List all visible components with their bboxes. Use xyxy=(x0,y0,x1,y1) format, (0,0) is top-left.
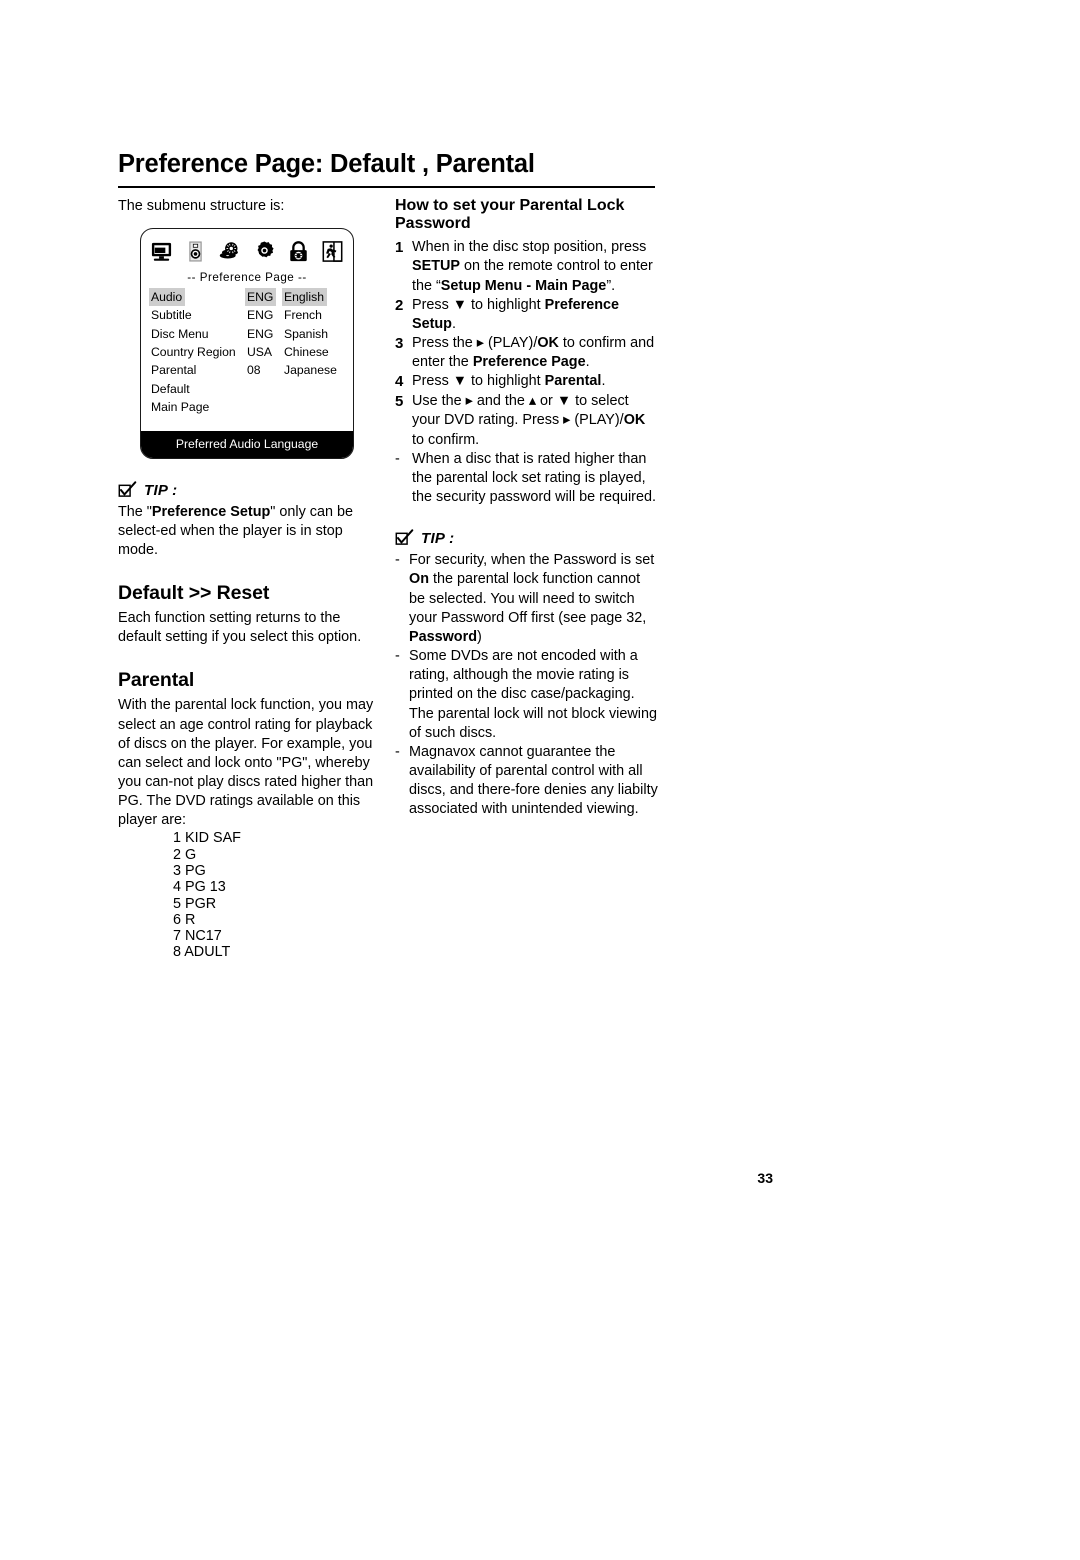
osd-row[interactable]: Disc Menu ENG Spanish xyxy=(149,325,353,343)
osd-code[interactable]: 08 xyxy=(245,361,264,379)
osd-spacer xyxy=(149,417,353,431)
step-number: 4 xyxy=(395,373,404,391)
step-number: 5 xyxy=(395,393,404,411)
instruction-step: 5 Use the ▸ and the ▴ or ▼ to select you… xyxy=(395,392,658,449)
tip-bullet-list: - For security, when the Password is set… xyxy=(395,551,658,819)
list-item: 2 G xyxy=(173,846,197,863)
bullet-text: For security, when the Password is set O… xyxy=(409,552,655,645)
speaker-icon xyxy=(184,240,207,263)
osd-label[interactable]: Main Page xyxy=(149,398,212,416)
check-box-icon xyxy=(118,480,137,500)
osd-label[interactable]: Subtitle xyxy=(149,306,195,324)
title-divider xyxy=(118,185,655,188)
tip-heading: TIP : xyxy=(118,480,380,500)
left-column: The submenu structure is: -- Preference … xyxy=(118,197,380,961)
instruction-step: 4 Press ▼ to highlight Parental. xyxy=(395,372,658,392)
discs-icon xyxy=(218,240,241,263)
osd-icon-row xyxy=(141,229,353,269)
step-number: 2 xyxy=(395,296,404,314)
osd-label[interactable]: Parental xyxy=(149,361,199,379)
submenu-intro-text: The submenu structure is: xyxy=(118,197,285,214)
step-text: Press the ▸ (PLAY)/OK to confirm and ent… xyxy=(412,335,655,371)
osd-row[interactable]: Parental 08 Japanese xyxy=(149,361,353,379)
tip-text-prefix: The " xyxy=(118,503,152,520)
step-text: Press ▼ to highlight Preference Setup. xyxy=(412,296,620,332)
osd-label[interactable]: Country Region xyxy=(149,343,239,361)
bullet-marker: - xyxy=(395,743,400,760)
gear-icon xyxy=(253,240,276,263)
osd-option-grid: Audio ENG English Subtitle ENG French Di… xyxy=(141,287,353,431)
bullet-text: Some DVDs are not encoded with a rating,… xyxy=(409,648,657,741)
left-tip-block: TIP : The "Preference Setup" only can be… xyxy=(118,480,380,560)
list-item: 4 PG 13 xyxy=(173,879,226,896)
tip-text-bold: Preference Setup xyxy=(151,503,271,520)
osd-language[interactable]: Japanese xyxy=(282,361,340,379)
parental-heading: Parental xyxy=(118,669,195,692)
osd-preference-menu: -- Preference Page -- Audio ENG English … xyxy=(140,227,354,459)
osd-code[interactable]: USA xyxy=(245,343,275,361)
bullet-marker: - xyxy=(395,648,400,665)
step-number: - xyxy=(395,450,400,467)
document-page: Preference Page: Default , Parental The … xyxy=(118,150,773,1186)
lock-icon xyxy=(287,240,310,263)
osd-menu-header: -- Preference Page -- xyxy=(187,270,307,284)
step-text: Use the ▸ and the ▴ or ▼ to select your … xyxy=(412,393,646,448)
instruction-steps: 1 When in the disc stop position, press … xyxy=(395,238,658,507)
list-item: 8 ADULT xyxy=(173,944,231,961)
osd-language[interactable]: Spanish xyxy=(282,325,331,343)
check-box-icon xyxy=(395,529,414,548)
parental-body: With the parental lock function, you may… xyxy=(118,697,374,829)
osd-label[interactable]: Audio xyxy=(149,287,186,306)
tip-heading: TIP : xyxy=(395,529,658,548)
step-number: 1 xyxy=(395,239,404,257)
osd-language[interactable]: English xyxy=(282,287,327,306)
osd-code[interactable]: ENG xyxy=(245,306,276,324)
osd-row[interactable]: Subtitle ENG French xyxy=(149,306,353,324)
osd-row[interactable]: Default xyxy=(149,380,353,398)
step-number: 3 xyxy=(395,335,404,353)
tip-bullet: - Magnavox cannot guarantee the availabi… xyxy=(395,743,658,820)
default-reset-heading: Default >> Reset xyxy=(118,582,270,605)
page-title: Preference Page: Default , Parental xyxy=(118,150,535,178)
left-tip-text: The "Preference Setup" only can be selec… xyxy=(118,503,380,560)
step-text: When a disc that is rated higher than th… xyxy=(412,450,656,506)
page-number: 33 xyxy=(757,1170,773,1186)
list-item: 1 KID SAF xyxy=(173,830,241,847)
right-tip-block: TIP : - For security, when the Password … xyxy=(395,529,658,819)
list-item: 7 NC17 xyxy=(173,928,222,945)
osd-language[interactable]: French xyxy=(282,306,325,324)
osd-row[interactable]: Audio ENG English xyxy=(149,287,353,306)
tip-bullet: - Some DVDs are not encoded with a ratin… xyxy=(395,647,658,743)
step-text: Press ▼ to highlight Parental. xyxy=(412,373,606,390)
tip-label: TIP : xyxy=(421,530,455,548)
list-item: 3 PG xyxy=(173,862,206,879)
right-column: How to set your Parental Lock Password 1… xyxy=(395,197,658,820)
osd-status-bar: Preferred Audio Language xyxy=(141,430,353,458)
list-item: 6 R xyxy=(173,911,196,928)
instruction-step: 1 When in the disc stop position, press … xyxy=(395,238,658,295)
two-column-layout: The submenu structure is: -- Preference … xyxy=(118,197,658,961)
osd-code[interactable]: ENG xyxy=(245,325,276,343)
osd-code[interactable]: ENG xyxy=(245,287,277,306)
instruction-note: - When a disc that is rated higher than … xyxy=(395,450,658,507)
osd-label[interactable]: Default xyxy=(149,380,193,398)
instruction-step: 2 Press ▼ to highlight Preference Setup. xyxy=(395,296,658,334)
step-text: When in the disc stop position, press SE… xyxy=(412,239,653,294)
list-item: 5 PGR xyxy=(173,895,217,912)
default-reset-body: Each function setting returns to the def… xyxy=(118,610,362,646)
bullet-text: Magnavox cannot guarantee the availabili… xyxy=(409,743,658,818)
osd-language[interactable]: Chinese xyxy=(282,343,332,361)
tip-bullet: - For security, when the Password is set… xyxy=(395,551,658,647)
osd-row[interactable]: Country Region USA Chinese xyxy=(149,343,353,361)
monitor-icon xyxy=(150,240,173,263)
parental-lock-password-heading: How to set your Parental Lock Password xyxy=(395,196,625,233)
bullet-marker: - xyxy=(395,552,400,569)
osd-row[interactable]: Main Page xyxy=(149,398,353,416)
ratings-list: 1 KID SAF 2 G 3 PG 4 PG 13 5 PGR 6 R 7 N… xyxy=(118,830,380,960)
exit-icon xyxy=(321,240,344,263)
osd-label[interactable]: Disc Menu xyxy=(149,325,212,343)
tip-label: TIP : xyxy=(144,481,178,499)
instruction-step: 3 Press the ▸ (PLAY)/OK to confirm and e… xyxy=(395,334,658,372)
